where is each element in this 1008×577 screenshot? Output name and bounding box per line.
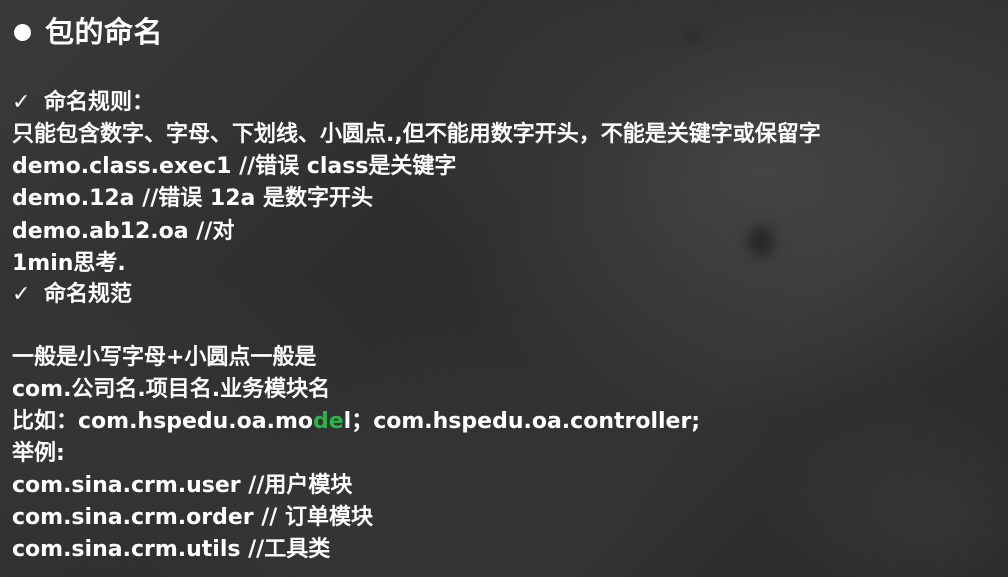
examples-label: 举例: (12, 441, 65, 466)
conventions-example-prefix: 比如：com.hspedu.oa.mo (12, 409, 313, 434)
rules-heading-text: 命名规则： (44, 90, 155, 115)
conventions-example: 比如：com.hspedu.oa.model；com.hspedu.oa.con… (12, 407, 700, 437)
check-icon: ✓ (12, 90, 31, 115)
rules-description: 只能包含数字、字母、下划线、小圆点.,但不能用数字开头，不能是关键字或保留字 (12, 122, 821, 147)
convention-example-3: com.sina.crm.utils //工具类 (12, 537, 331, 562)
conventions-line-2: com.公司名.项目名.业务模块名 (12, 377, 331, 402)
rules-example-1: demo.class.exec1 //错误 class是关键字 (12, 154, 457, 179)
conventions-heading: ✓ 命名规范 (12, 280, 132, 310)
filled-circle-icon (14, 23, 31, 41)
rules-example-3: demo.ab12.oa //对 (12, 219, 235, 244)
conventions-line-1: 一般是小写字母+小圆点一般是 (12, 345, 317, 370)
convention-example-1: com.sina.crm.user //用户模块 (12, 473, 353, 498)
slide: 包的命名 ✓ 命名规则： 只能包含数字、字母、下划线、小圆点.,但不能用数字开头，… (0, 0, 1008, 577)
rules-example-2: demo.12a //错误 12a 是数字开头 (12, 186, 374, 211)
slide-title: 包的命名 (14, 12, 163, 52)
rules-heading: ✓ 命名规则： (12, 88, 154, 118)
check-icon: ✓ (12, 282, 31, 307)
rules-note: 1min思考. (12, 251, 126, 276)
conventions-heading-text: 命名规范 (44, 282, 133, 307)
conventions-example-suffix: l；com.hspedu.oa.controller; (343, 409, 701, 434)
slide-title-text: 包的命名 (45, 15, 164, 49)
convention-example-2: com.sina.crm.order // 订单模块 (12, 505, 373, 530)
conventions-example-highlight: de (313, 409, 344, 434)
